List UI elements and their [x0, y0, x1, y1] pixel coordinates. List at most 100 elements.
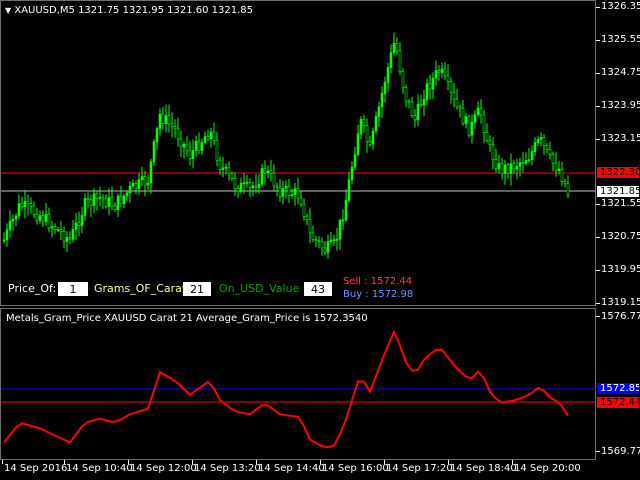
candle-body [413, 115, 417, 121]
candle-body [398, 50, 402, 72]
candle-body [206, 136, 210, 140]
candle-body [65, 237, 69, 242]
candle-body [86, 198, 90, 200]
candle-body [335, 239, 339, 241]
candle-body [20, 203, 24, 208]
indicator-y-label: 1576.7760 [601, 311, 640, 322]
candle-body [59, 229, 63, 232]
candle-body [8, 220, 12, 231]
candle-body [350, 166, 354, 180]
candle-body [545, 145, 549, 150]
candle-body [119, 195, 123, 204]
symbol-header: ▼ XAUUSD,M5 1321.75 1321.95 1321.60 1321… [5, 5, 253, 16]
candle-body [383, 82, 387, 94]
indicator-blue-tag: 1572.853 [597, 383, 639, 394]
candle-body [371, 130, 375, 145]
time-axis-label: 14 Sep 18:40 [450, 463, 517, 474]
y-axis-label: 1321.55 [601, 198, 640, 209]
candle-body [434, 70, 438, 79]
sell-price-tag: 1322.30 [597, 167, 639, 178]
time-axis-label: 14 Sep 20:00 [514, 463, 581, 474]
candle-body [17, 203, 21, 217]
candle-body [68, 237, 72, 240]
y-axis-label: 1325.55 [601, 34, 640, 45]
price-of-input[interactable] [58, 282, 88, 296]
candle-body [215, 140, 219, 161]
candle-body [338, 220, 342, 240]
candle-body [464, 116, 468, 124]
candle-body [71, 229, 75, 240]
chart-canvas [1, 32, 596, 449]
candle-body [140, 176, 144, 180]
candle-body [125, 192, 129, 197]
candle-body [218, 159, 222, 170]
candle-body [170, 123, 174, 127]
usd-value-label: On_USD_Value : [219, 282, 307, 295]
candle-body [425, 83, 429, 100]
candle-body [167, 115, 171, 125]
time-axis-label: 14 Sep 14:40 [258, 463, 325, 474]
candle-body [365, 125, 369, 142]
candle-body [230, 173, 234, 179]
candle-body [491, 144, 495, 160]
candle-body [368, 141, 372, 145]
usd-value-input[interactable] [304, 282, 332, 296]
candle-body [488, 140, 492, 146]
candle-body [110, 197, 114, 207]
candle-body [284, 185, 288, 189]
candle-body [482, 114, 486, 133]
candle-body [242, 182, 246, 185]
candle-body [239, 182, 243, 192]
candle-body [11, 218, 15, 222]
candle-body [416, 103, 420, 121]
candle-body [461, 107, 465, 124]
candle-body [314, 239, 318, 241]
candle-body [251, 185, 255, 189]
dropdown-triangle-icon[interactable]: ▼ [5, 6, 11, 15]
candle-body [395, 43, 399, 52]
candle-body [248, 182, 252, 189]
candle-body [521, 162, 525, 164]
candle-body [317, 240, 321, 242]
y-axis-label: 1323.95 [601, 100, 640, 111]
candle-body [275, 185, 279, 188]
y-axis-label: 1326.35 [601, 1, 640, 12]
candle-body [494, 159, 498, 169]
candle-body [233, 178, 237, 189]
sell-price-text: Sell : 1572.44 [343, 276, 413, 287]
candle-body [266, 170, 270, 174]
candle-body [458, 106, 462, 109]
candle-body [326, 241, 330, 253]
price-of-label: Price_Of: [8, 282, 57, 295]
candle-body [257, 183, 261, 188]
candle-body [131, 182, 135, 187]
candle-body [281, 188, 285, 197]
candle-body [107, 197, 111, 207]
grams-of-carat-input[interactable] [183, 282, 211, 296]
candle-body [470, 121, 474, 136]
candle-body [77, 222, 81, 226]
candle-body [2, 239, 6, 242]
candle-body [182, 143, 186, 148]
candle-body [197, 140, 201, 151]
candle-body [560, 168, 564, 182]
candle-body [155, 128, 159, 142]
time-axis-label: 14 Sep 16:00 [322, 463, 389, 474]
y-axis-label: 1319.95 [601, 264, 640, 275]
time-axis-label: 14 Sep 12:00 [130, 463, 197, 474]
gram-price-line [3, 329, 569, 449]
candle-body [26, 200, 30, 204]
candle-body [143, 176, 147, 186]
candle-body [332, 239, 336, 241]
candle-body [449, 81, 453, 93]
candle-body [269, 170, 273, 174]
candle-body [389, 52, 393, 68]
candle-body [290, 194, 294, 196]
candle-body [212, 131, 216, 141]
candle-body [113, 205, 117, 210]
candle-body [296, 188, 300, 199]
candle-body [92, 193, 96, 206]
candle-body [38, 215, 42, 221]
candle-body [467, 116, 471, 136]
candle-body [473, 114, 477, 123]
